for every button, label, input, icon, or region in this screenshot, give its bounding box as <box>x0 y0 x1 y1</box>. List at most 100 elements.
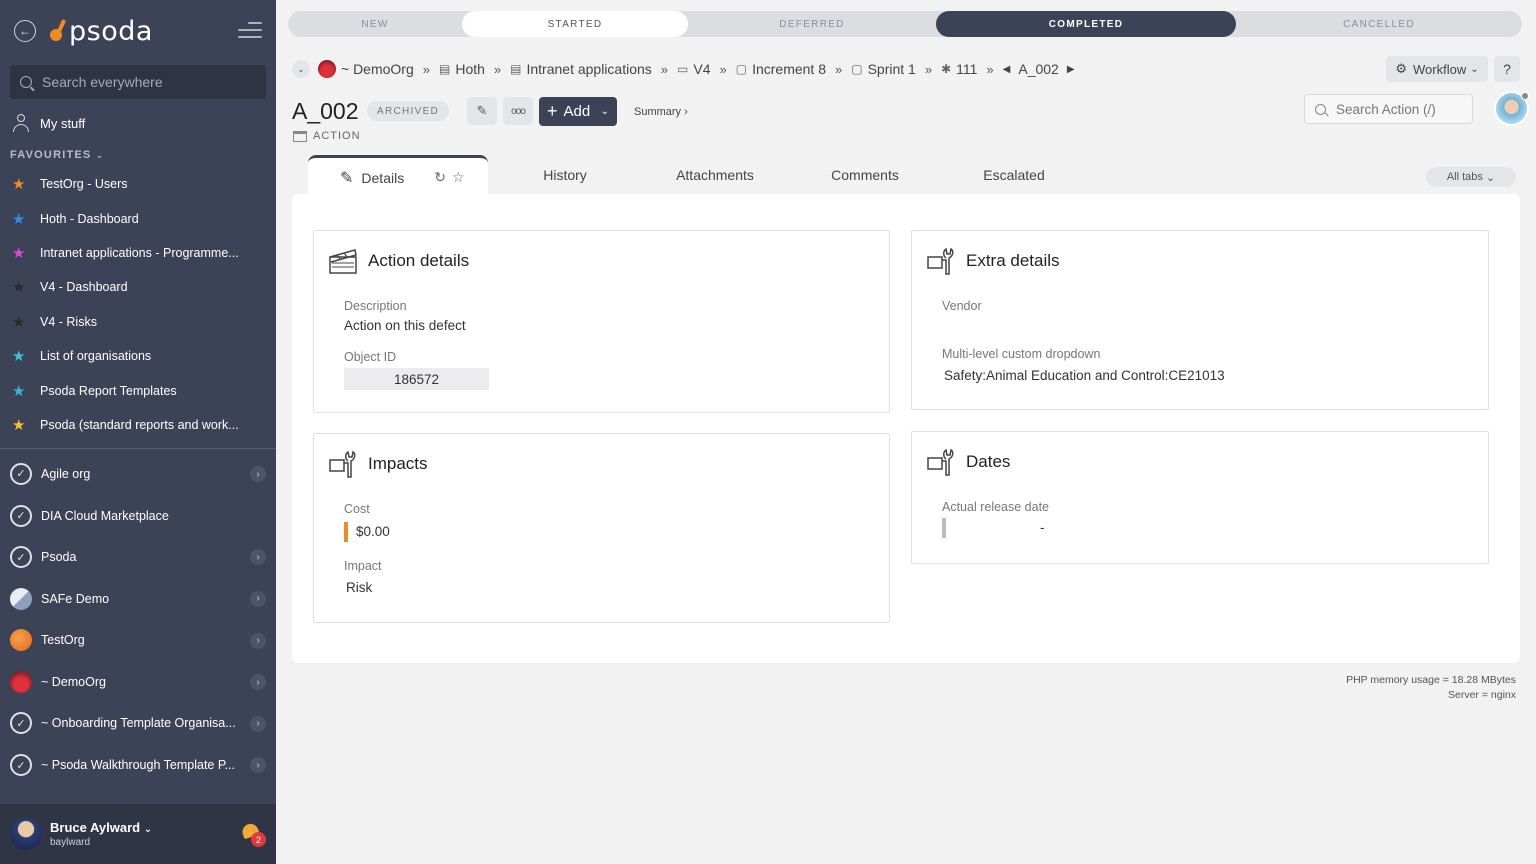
user-profile-bar[interactable]: Bruce Aylward ⌄ baylward 2 <box>0 804 276 864</box>
organisation-item[interactable]: ✓ ~ Psoda Walkthrough Template P... › <box>0 744 276 786</box>
all-tabs-dropdown[interactable]: All tabs ⌄ <box>1426 167 1516 187</box>
project-icon: ▭ <box>677 62 689 76</box>
favourites-heading-label: FAVOURITES <box>10 149 92 161</box>
summary-link[interactable]: Summary › <box>634 106 688 118</box>
sidebar-divider <box>0 448 276 450</box>
user-avatar-top[interactable] <box>1494 91 1529 126</box>
chevron-down-icon: ⌄ <box>1470 63 1479 75</box>
workflow-label: Workflow <box>1413 61 1467 77</box>
chevron-right-icon[interactable]: › <box>250 757 266 774</box>
status-started[interactable]: STARTED <box>462 11 688 37</box>
favourites-heading[interactable]: FAVOURITES ⌄ <box>0 143 276 167</box>
user-icon <box>12 114 30 132</box>
breadcrumb-item-v4[interactable]: ▭ V4 <box>677 61 710 77</box>
star-icon: ★ <box>12 382 26 400</box>
favourite-item[interactable]: ★ Psoda (standard reports and work... <box>0 408 276 442</box>
chevron-right-icon[interactable]: › <box>250 590 266 607</box>
organisation-label: Psoda <box>41 550 77 565</box>
breadcrumb-current: A_002 <box>1018 61 1059 77</box>
breadcrumb-separator: » <box>719 61 727 77</box>
status-deferred[interactable]: DEFERRED <box>688 11 936 37</box>
breadcrumb-item-sprint-1[interactable]: ▢ Sprint 1 <box>851 61 916 77</box>
notifications-bell-icon[interactable]: 2 <box>240 821 266 847</box>
psoda-org-icon: ✓ <box>10 504 32 527</box>
breadcrumb-item-increment-8[interactable]: ▢ Increment 8 <box>736 61 826 77</box>
status-cancelled[interactable]: CANCELLED <box>1236 11 1522 37</box>
star-icon: ★ <box>12 244 26 262</box>
breadcrumb-separator: » <box>924 61 933 77</box>
chevron-right-icon[interactable]: › <box>250 466 266 483</box>
favourite-item[interactable]: ★ Hoth - Dashboard <box>0 201 276 235</box>
details-panel: Action details Description Action on thi… <box>292 194 1520 663</box>
organisation-item[interactable]: ~ DemoOrg › <box>0 661 276 703</box>
favourite-item[interactable]: ★ Psoda Report Templates <box>0 373 276 407</box>
chevron-down-icon[interactable]: ⌄ <box>144 824 152 835</box>
favourite-label: Intranet applications - Programme... <box>40 245 239 260</box>
favourite-item[interactable]: ★ V4 - Risks <box>0 305 276 339</box>
tab-comments[interactable]: Comments <box>818 155 912 195</box>
organisation-item[interactable]: ✓ DIA Cloud Marketplace <box>0 495 276 537</box>
refresh-icon[interactable]: ↻ <box>434 169 446 186</box>
organisation-label: ~ Psoda Walkthrough Template P... <box>41 758 235 773</box>
object-type-label: ACTION <box>293 130 361 142</box>
my-stuff-label: My stuff <box>40 115 86 131</box>
psoda-logo[interactable]: psoda <box>50 16 153 47</box>
favourite-item[interactable]: ★ List of organisations <box>0 339 276 373</box>
help-button[interactable]: ? <box>1494 56 1520 82</box>
status-completed[interactable]: COMPLETED <box>936 11 1236 37</box>
dates-card: Dates Actual release date - <box>911 431 1489 564</box>
back-button[interactable]: ← <box>14 20 36 42</box>
tab-attachments[interactable]: Attachments <box>662 155 768 195</box>
organisation-item[interactable]: TestOrg › <box>0 620 276 662</box>
tab-history[interactable]: History <box>522 155 608 195</box>
tab-details[interactable]: ✎ Details ↻ ☆ <box>308 155 488 197</box>
chevron-right-icon[interactable]: › <box>250 715 266 732</box>
all-tabs-label: All tabs <box>1446 171 1483 183</box>
organisation-item[interactable]: ✓ ~ Onboarding Template Organisa... › <box>0 703 276 745</box>
breadcrumb-item-intranet-applications[interactable]: ▤ Intranet applications <box>510 61 652 77</box>
wrench-icon <box>927 247 954 275</box>
collapse-sidebar-icon[interactable] <box>238 22 262 40</box>
chevron-down-icon: ⌄ <box>600 106 609 117</box>
action-details-card: Action details Description Action on thi… <box>313 230 890 413</box>
chevron-right-icon[interactable]: › <box>250 632 266 649</box>
breadcrumb-separator: » <box>493 61 502 77</box>
sidebar: ← psoda Search everywhere My stuff FAVOU… <box>0 0 276 864</box>
global-search-input[interactable]: Search everywhere <box>10 65 266 99</box>
breadcrumb-separator: » <box>835 61 843 77</box>
my-stuff-link[interactable]: My stuff <box>0 103 276 143</box>
favourite-item[interactable]: ★ Intranet applications - Programme... <box>0 236 276 270</box>
star-icon[interactable]: ☆ <box>452 169 465 186</box>
status-new[interactable]: NEW <box>288 11 462 37</box>
tab-escalated[interactable]: Escalated <box>972 155 1056 195</box>
chevron-right-icon[interactable]: › <box>250 674 266 691</box>
breadcrumb-item-hoth[interactable]: ▤ Hoth <box>439 61 485 77</box>
organisation-item[interactable]: ✓ Psoda › <box>0 536 276 578</box>
organisation-item[interactable]: SAFe Demo › <box>0 578 276 620</box>
favourite-item[interactable]: ★ V4 - Dashboard <box>0 270 276 304</box>
search-action-input[interactable]: Search Action (/) <box>1304 94 1473 124</box>
impact-value: Risk <box>346 580 373 595</box>
organisation-item[interactable]: ✓ Agile org › <box>0 453 276 495</box>
user-avatar[interactable] <box>10 818 42 850</box>
breadcrumb-dropdown-button[interactable]: ⌄ <box>292 60 310 78</box>
more-options-button[interactable]: ooo <box>503 97 533 125</box>
add-button[interactable]: + Add ⌄ <box>539 97 617 126</box>
breadcrumb-item-demoorg[interactable]: ~ DemoOrg <box>318 60 414 78</box>
organisation-label: ~ DemoOrg <box>41 674 106 689</box>
breadcrumb-item-111[interactable]: ✱ 111 <box>941 61 977 77</box>
workflow-button[interactable]: ⚙ Workflow ⌄ <box>1386 56 1488 82</box>
previous-item-icon[interactable]: ◀ <box>1003 64 1011 75</box>
object-id-label: Object ID <box>344 350 397 364</box>
server-text: Server = nginx <box>1448 689 1516 701</box>
pencil-icon: ✎ <box>340 169 354 187</box>
search-icon <box>1315 103 1326 115</box>
logo-text: psoda <box>69 15 153 47</box>
programme-icon: ▤ <box>510 62 522 76</box>
next-item-icon[interactable]: ▶ <box>1067 64 1075 75</box>
favourite-label: TestOrg - Users <box>40 177 128 192</box>
chevron-right-icon[interactable]: › <box>250 549 266 566</box>
favourite-item[interactable]: ★ TestOrg - Users <box>0 167 276 201</box>
edit-button[interactable]: ✎ <box>467 97 497 125</box>
object-type-text: ACTION <box>313 130 361 142</box>
